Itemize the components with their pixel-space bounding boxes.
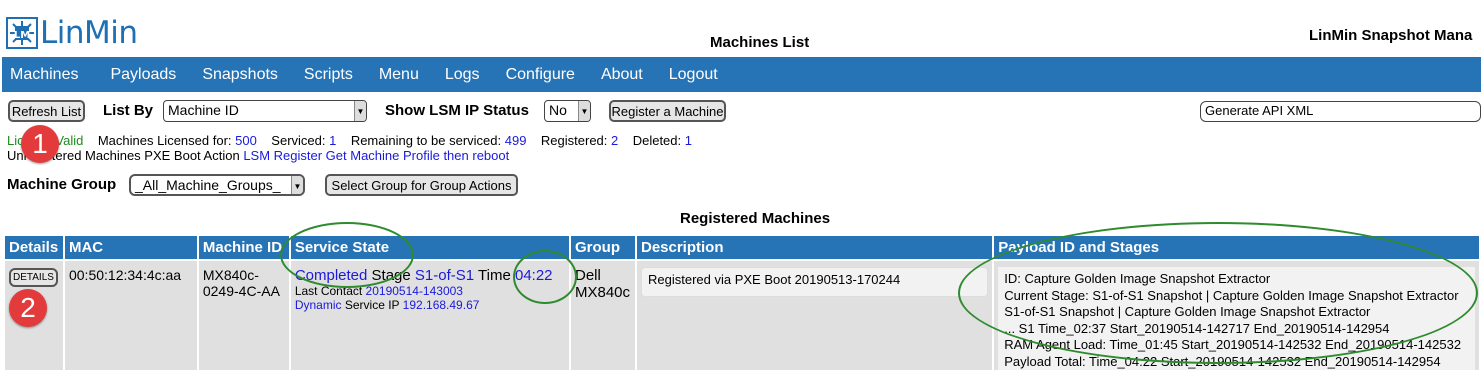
deleted-value[interactable]: 1 xyxy=(685,133,692,148)
state-stage-value[interactable]: S1-of-S1 xyxy=(415,267,474,284)
nav-configure[interactable]: Configure xyxy=(498,66,583,84)
serviced-value[interactable]: 1 xyxy=(329,133,336,148)
col-machine-id[interactable]: Machine ID xyxy=(196,234,291,261)
machine-group-select[interactable]: _All_Machine_Groups_ ▼ xyxy=(129,174,305,196)
nav-scripts[interactable]: Scripts xyxy=(296,66,361,84)
annotation-oval-time xyxy=(513,250,577,304)
col-details[interactable]: Details xyxy=(3,234,65,261)
pxe-action-link[interactable]: LSM Register Get Machine Profile then re… xyxy=(243,148,509,163)
service-ip-line: Dynamic Service IP 192.168.49.67 xyxy=(295,298,565,312)
api-select-value: Generate API XML xyxy=(1205,103,1314,118)
annotation-badge-2: 2 xyxy=(9,289,47,327)
machine-group-value: _All_Machine_Groups_ xyxy=(135,177,281,193)
description-field[interactable]: Registered via PXE Boot 20190513-170244 xyxy=(640,267,989,297)
list-by-value: Machine ID xyxy=(168,102,239,118)
logo: LM LinMin xyxy=(6,15,138,51)
ip-value[interactable]: 192.168.49.67 xyxy=(403,298,480,312)
machine-group-label: Machine Group xyxy=(7,176,117,193)
licensed-label: Machines Licensed for: xyxy=(97,133,232,148)
remaining-label: Remaining to be serviced: xyxy=(350,133,502,148)
nav-snapshots[interactable]: Snapshots xyxy=(194,66,286,84)
nav-payloads[interactable]: Payloads xyxy=(102,66,184,84)
nav-about[interactable]: About xyxy=(593,66,651,84)
register-machine-button[interactable]: Register a Machine xyxy=(609,100,726,122)
nav-logs[interactable]: Logs xyxy=(437,66,488,84)
license-status-line: License Valid Machines Licensed for: 500… xyxy=(7,133,692,148)
nav-menu[interactable]: Menu xyxy=(371,66,427,84)
registered-label: Registered: xyxy=(540,133,608,148)
ip-mode[interactable]: Dynamic xyxy=(295,298,342,312)
mac-cell: 00:50:12:34:4c:aa xyxy=(62,259,199,370)
brand-title: LinMin Snapshot Mana xyxy=(1309,27,1473,44)
remaining-value[interactable]: 499 xyxy=(505,133,527,148)
col-group[interactable]: Group xyxy=(569,234,637,261)
col-description[interactable]: Description xyxy=(634,234,995,261)
svg-text:LM: LM xyxy=(14,30,30,41)
deleted-label: Deleted: xyxy=(632,133,682,148)
refresh-list-button[interactable]: Refresh List xyxy=(8,100,85,122)
group-cell: Dell MX840c xyxy=(569,259,637,370)
main-navbar: Machines Payloads Snapshots Scripts Menu… xyxy=(2,57,1481,92)
logo-text: LinMin xyxy=(40,15,138,51)
last-contact-value[interactable]: 20190514-143003 xyxy=(366,284,463,298)
ip-label: Service IP xyxy=(344,298,400,312)
api-select[interactable]: Generate API XML xyxy=(1200,101,1481,122)
show-status-value: No xyxy=(549,102,567,118)
annotation-oval-payload xyxy=(958,222,1478,364)
chevron-down-icon: ▼ xyxy=(291,176,303,194)
page-title: Machines List xyxy=(710,34,810,51)
list-by-select[interactable]: Machine ID ▼ xyxy=(163,100,367,122)
nav-machines[interactable]: Machines xyxy=(2,66,86,84)
pxe-action-line: Unregistered Machines PXE Boot Action LS… xyxy=(7,148,509,163)
chevron-down-icon: ▼ xyxy=(578,101,590,121)
chevron-down-icon: ▼ xyxy=(354,101,366,121)
annotation-oval-service-state xyxy=(280,222,414,288)
show-status-select[interactable]: No ▼ xyxy=(544,100,591,122)
licensed-value[interactable]: 500 xyxy=(235,133,257,148)
description-cell: Registered via PXE Boot 20190513-170244 xyxy=(634,259,995,370)
linmin-logo-icon: LM xyxy=(6,17,38,49)
col-mac[interactable]: MAC xyxy=(62,234,199,261)
registered-value[interactable]: 2 xyxy=(611,133,618,148)
select-group-button[interactable]: Select Group for Group Actions xyxy=(325,174,518,196)
state-time-label: Time xyxy=(478,267,511,284)
show-status-label: Show LSM IP Status xyxy=(385,102,529,119)
annotation-badge-1: 1 xyxy=(21,125,59,163)
section-title: Registered Machines xyxy=(680,210,831,227)
details-button[interactable]: DETAILS xyxy=(9,268,58,287)
nav-logout[interactable]: Logout xyxy=(661,66,726,84)
serviced-label: Serviced: xyxy=(271,133,326,148)
list-by-label: List By xyxy=(103,102,154,119)
machine-id-cell: MX840c-0249-4C-AA xyxy=(196,259,291,370)
